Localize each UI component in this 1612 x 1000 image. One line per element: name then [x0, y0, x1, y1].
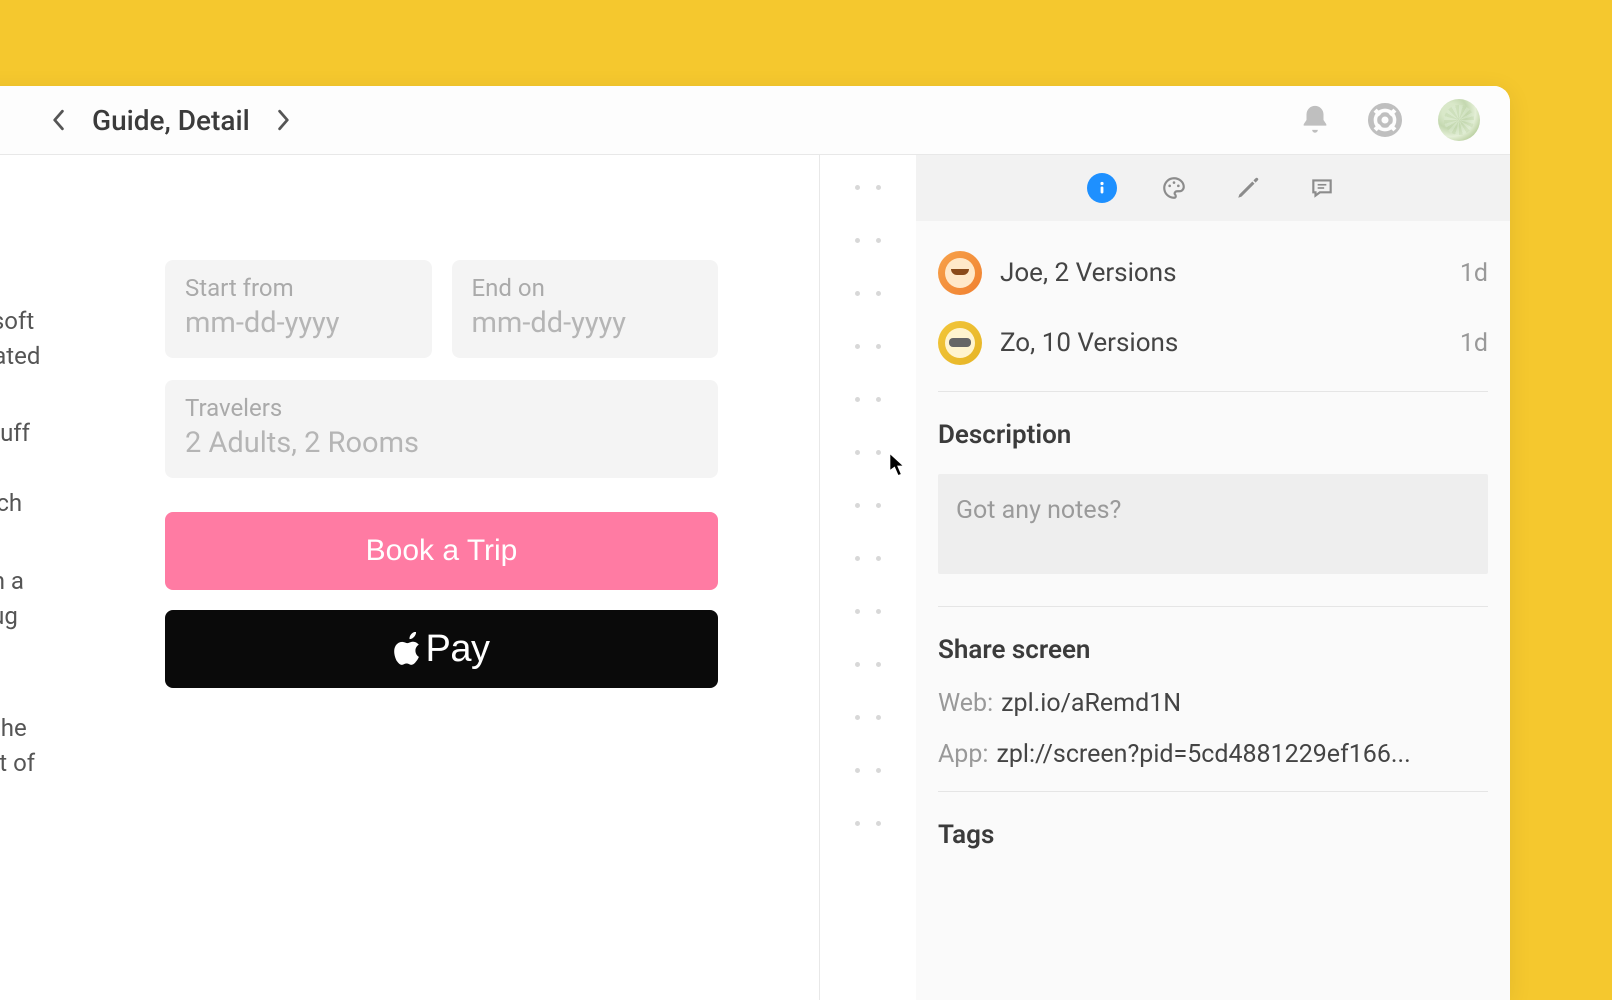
end-date-label: End on	[472, 274, 699, 302]
body-text-fragment: with a ll dug ries	[0, 564, 80, 668]
notifications-button[interactable]	[1298, 103, 1332, 137]
inspector-body: Joe, 2 Versions 1d Zo, 10 Versions 1d De…	[916, 221, 1510, 1000]
share-web-value: zpl.io/aRemd1N	[1001, 689, 1181, 718]
travelers-field[interactable]: Travelers 2 Adults, 2 Rooms	[165, 380, 718, 478]
contributor-avatar	[938, 321, 982, 365]
divider	[938, 606, 1488, 607]
topbar-actions	[1298, 99, 1480, 141]
nav-forward-button[interactable]	[276, 108, 292, 132]
share-app-label: App:	[938, 740, 988, 769]
share-web-row[interactable]: Web: zpl.io/aRemd1N	[938, 689, 1488, 718]
version-row[interactable]: Joe, 2 Versions 1d	[938, 251, 1488, 295]
share-app-row[interactable]: App: zpl://screen?pid=5cd4881229ef166...	[938, 740, 1488, 769]
version-time: 1d	[1460, 259, 1488, 288]
travelers-label: Travelers	[185, 394, 698, 422]
topbar: Guide, Detail	[0, 86, 1510, 155]
user-avatar[interactable]	[1438, 99, 1480, 141]
body-text-fragment: on the host of by	[0, 711, 80, 815]
tab-styleguide[interactable]	[1157, 171, 1191, 205]
share-title: Share screen	[938, 635, 1488, 665]
apple-pay-button[interactable]: Pay	[165, 610, 718, 688]
start-date-field[interactable]: Start from mm-dd-yyyy	[165, 260, 432, 358]
share-web-label: Web:	[938, 689, 993, 718]
page-title: Guide, Detail	[92, 104, 250, 137]
ruler-dots	[820, 155, 916, 1000]
inspector-panel: Joe, 2 Versions 1d Zo, 10 Versions 1d De…	[916, 155, 1510, 1000]
start-date-label: Start from	[185, 274, 412, 302]
comment-icon	[1309, 175, 1335, 201]
start-date-value: mm-dd-yyyy	[185, 306, 412, 340]
content-area: ans he soft created ed tuff s tretch wit…	[0, 155, 1510, 1000]
body-text-fragment: ed tuff s tretch	[0, 416, 80, 520]
apple-pay-text: Pay	[426, 628, 490, 671]
canvas-area[interactable]: ans he soft created ed tuff s tretch wit…	[0, 155, 820, 1000]
end-date-field[interactable]: End on mm-dd-yyyy	[452, 260, 719, 358]
bell-icon	[1298, 103, 1332, 137]
booking-card: Start from mm-dd-yyyy End on mm-dd-yyyy …	[165, 260, 718, 688]
description-input[interactable]: Got any notes?	[938, 474, 1488, 574]
app-window: Guide, Detail ans he soft created ed tuf…	[0, 86, 1510, 1000]
version-row[interactable]: Zo, 10 Versions 1d	[938, 321, 1488, 365]
end-date-value: mm-dd-yyyy	[472, 306, 699, 340]
contributor-avatar	[938, 251, 982, 295]
version-time: 1d	[1460, 329, 1488, 358]
chevron-left-icon	[51, 109, 65, 131]
inspector-tabs	[916, 155, 1510, 221]
tab-assets[interactable]	[1231, 171, 1265, 205]
help-button[interactable]	[1368, 103, 1402, 137]
nav-group: Guide, Detail	[50, 104, 292, 137]
book-trip-button[interactable]: Book a Trip	[165, 512, 718, 590]
share-app-value: zpl://screen?pid=5cd4881229ef166...	[996, 740, 1410, 769]
tags-title: Tags	[938, 820, 1488, 850]
divider	[938, 391, 1488, 392]
lifebuoy-icon	[1368, 103, 1402, 137]
description-placeholder: Got any notes?	[956, 496, 1470, 525]
version-text: Zo, 10 Versions	[1000, 328, 1460, 358]
travelers-value: 2 Adults, 2 Rooms	[185, 426, 698, 460]
version-text: Joe, 2 Versions	[1000, 258, 1460, 288]
info-icon	[1094, 180, 1110, 196]
tab-comments[interactable]	[1305, 171, 1339, 205]
knife-icon	[1235, 175, 1261, 201]
palette-icon	[1161, 175, 1187, 201]
description-title: Description	[938, 420, 1488, 450]
nav-back-button[interactable]	[50, 108, 66, 132]
tab-info[interactable]	[1087, 173, 1117, 203]
divider	[938, 791, 1488, 792]
apple-logo-icon	[394, 632, 422, 666]
chevron-right-icon	[277, 109, 291, 131]
body-text-fragment: ans he soft created	[0, 269, 80, 373]
